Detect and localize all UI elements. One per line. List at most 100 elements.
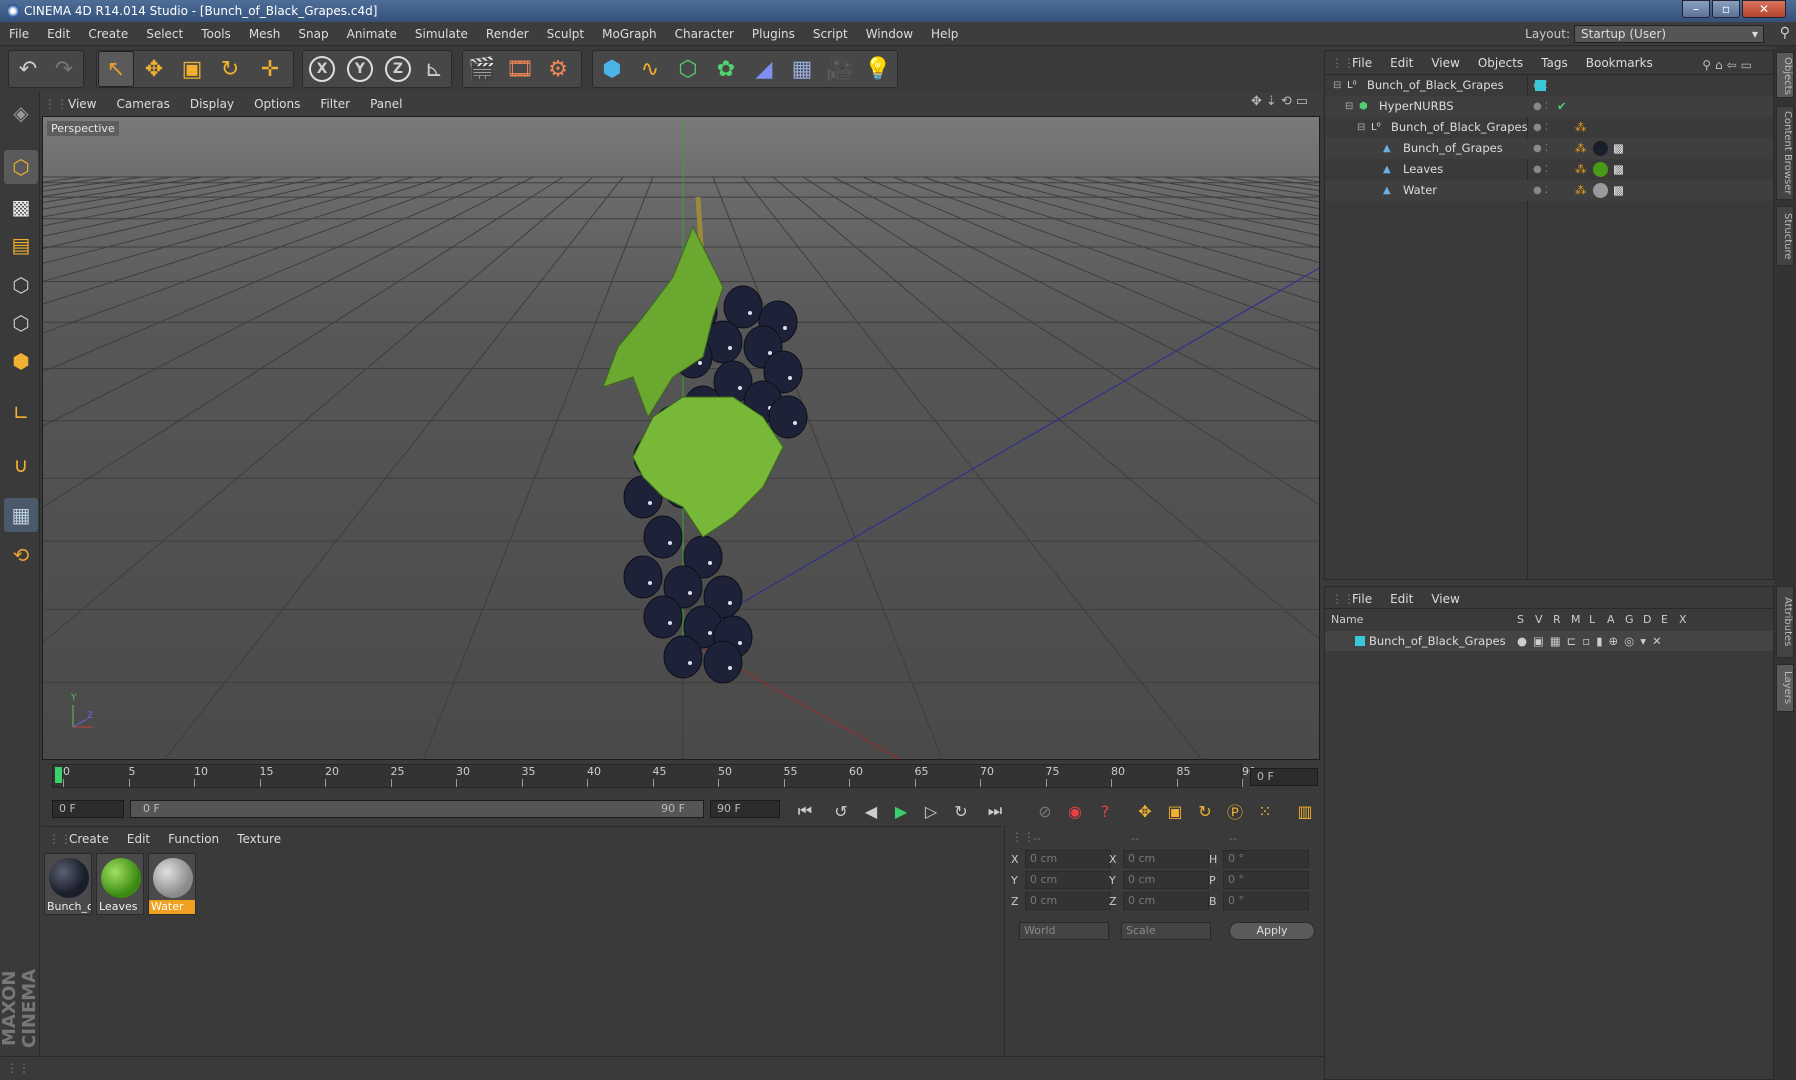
cube-object-icon[interactable]: ⬢ (594, 51, 630, 87)
key-pla-icon[interactable]: ⁙ (1252, 798, 1278, 824)
recent-tool-icon[interactable]: ✛ (252, 51, 288, 87)
menu-sculpt[interactable]: Sculpt (538, 22, 593, 46)
layer-column-s[interactable]: S (1517, 613, 1524, 626)
expand-toggle-icon[interactable]: ⊟ (1345, 96, 1353, 117)
maximize-button[interactable]: ▫ (1712, 0, 1740, 18)
menu-plugins[interactable]: Plugins (743, 22, 804, 46)
material-tag-icon[interactable] (1593, 162, 1608, 177)
make-editable-icon[interactable]: ◈ (4, 96, 38, 130)
magnet-icon[interactable]: ∪ (4, 448, 38, 482)
record-active-icon[interactable]: ◉ (1062, 798, 1088, 824)
expand-toggle-icon[interactable]: ⊟ (1357, 117, 1365, 138)
material-menu-texture[interactable]: Texture (228, 827, 290, 851)
key-position-icon[interactable]: ✥ (1132, 798, 1158, 824)
y-axis-lock-icon[interactable]: Y (342, 51, 378, 87)
menu-select[interactable]: Select (137, 22, 192, 46)
previous-keyframe-icon[interactable]: ↺ (828, 798, 854, 824)
object-row[interactable]: ▲ Bunch_of_Grapes ● ⁚ ⁂ ▩ (1325, 138, 1773, 159)
uvw-tag-icon[interactable]: ▩ (1613, 159, 1624, 180)
start-frame-field[interactable]: 0 F (52, 800, 124, 818)
layer-column-name[interactable]: Name (1331, 613, 1363, 626)
layer-column-v[interactable]: V (1535, 613, 1543, 626)
object-manager-tools-icons[interactable]: ⚲⌂⇦▭ (1693, 53, 1765, 77)
material-bunch-of[interactable]: Bunch_of (44, 853, 92, 915)
tab-content-browser[interactable]: Content Browser (1776, 106, 1794, 200)
coord-value-field[interactable]: 0 ° (1223, 871, 1309, 889)
move-icon[interactable]: ✥ (136, 51, 172, 87)
phong-tag-icon[interactable]: ⁂ (1575, 117, 1587, 138)
nurbs-icon[interactable]: ⬡ (670, 51, 706, 87)
menu-mograph[interactable]: MoGraph (593, 22, 666, 46)
key-parameter-icon[interactable]: Ⓟ (1222, 798, 1248, 824)
layer-row[interactable]: Bunch_of_Black_Grapes ●▣▦⊏▫▮⊕◎▾✕ (1325, 631, 1773, 651)
workplane-lock-icon[interactable]: ▦ (4, 498, 38, 532)
material-menu-edit[interactable]: Edit (118, 827, 159, 851)
objects-menu-tags[interactable]: Tags (1532, 51, 1577, 75)
deformer-icon[interactable]: ◢ (746, 51, 782, 87)
coordinate-mode-dropdown[interactable]: World (1019, 922, 1109, 940)
texture-mode-icon[interactable]: ▩ (4, 190, 38, 224)
spline-icon[interactable]: ∿ (632, 51, 668, 87)
tab-layers[interactable]: Layers (1776, 664, 1794, 712)
edges-mode-icon[interactable]: ⬡ (4, 306, 38, 340)
viewport-navigation-icons[interactable]: ✥⇣⟲▭ (1251, 94, 1312, 109)
layer-color-tag[interactable] (1535, 80, 1546, 91)
play-icon[interactable]: ▶ (888, 798, 914, 824)
object-row[interactable]: L⁰ ⊟ Bunch_of_Black_Grapes ● ⁚ ⁂ (1325, 117, 1773, 138)
object-row[interactable]: ⬢ ⊟ HyperNURBS ● ⁚ ✔ (1325, 96, 1773, 117)
layers-menu-edit[interactable]: Edit (1381, 587, 1422, 611)
polygons-mode-icon[interactable]: ⬢ (4, 344, 38, 378)
layout-dropdown[interactable]: Startup (User) ▾ (1574, 25, 1764, 43)
menu-animate[interactable]: Animate (338, 22, 406, 46)
playhead-marker[interactable] (55, 767, 62, 783)
frame-range-slider[interactable]: 0 F 90 F (130, 800, 704, 818)
timeline-track[interactable]: 0 5 10 15 20 25 30 35 40 45 50 55 60 65 70 75 80 85 90 (52, 764, 1256, 788)
menu-create[interactable]: Create (79, 22, 137, 46)
key-rotation-icon[interactable]: ↻ (1192, 798, 1218, 824)
objects-menu-bookmarks[interactable]: Bookmarks (1577, 51, 1662, 75)
objects-menu-view[interactable]: View (1422, 51, 1468, 75)
layer-column-l[interactable]: L (1589, 613, 1595, 626)
layer-color-swatch[interactable] (1355, 636, 1365, 646)
visibility-dots-icon[interactable]: ● ⁚ (1533, 96, 1548, 117)
axis-mode-icon[interactable]: ∟ (4, 396, 38, 430)
menu-window[interactable]: Window (857, 22, 922, 46)
phong-tag-icon[interactable]: ⁂ (1575, 159, 1587, 180)
timeline-ruler[interactable]: 0 5 10 15 20 25 30 35 40 45 50 55 60 65 70 75 80 85 90 0 F (42, 760, 1322, 792)
record-disabled-icon[interactable]: ⊘ (1032, 798, 1058, 824)
objects-menu-edit[interactable]: Edit (1381, 51, 1422, 75)
viewport-menu-display[interactable]: Display (180, 92, 244, 116)
visibility-dots-icon[interactable]: ● ⁚ (1533, 159, 1548, 180)
menu-help[interactable]: Help (922, 22, 967, 46)
layers-menu-file[interactable]: File (1343, 587, 1381, 611)
go-to-start-icon[interactable]: ⏮ (792, 798, 818, 824)
expand-toggle-icon[interactable]: ⊟ (1333, 75, 1341, 96)
go-to-end-icon[interactable]: ⏭ (982, 798, 1008, 824)
scale-icon[interactable]: ▣ (174, 51, 210, 87)
coord-value-field[interactable]: 0 cm (1025, 892, 1111, 910)
timeline-window-icon[interactable]: ▥ (1292, 798, 1318, 824)
phong-tag-icon[interactable]: ⁂ (1575, 180, 1587, 201)
uvw-tag-icon[interactable]: ▩ (1613, 180, 1624, 201)
live-selection-icon[interactable]: ↖ (98, 51, 134, 87)
menu-render[interactable]: Render (477, 22, 538, 46)
layer-column-m[interactable]: M (1571, 613, 1581, 626)
material-tag-icon[interactable] (1593, 141, 1608, 156)
layer-column-a[interactable]: A (1607, 613, 1615, 626)
minimize-button[interactable]: – (1682, 0, 1710, 18)
material-menu-function[interactable]: Function (159, 827, 228, 851)
object-row[interactable]: L⁰⊟Bunch_of_Black_Grapes● ⁚ (1325, 75, 1773, 96)
step-back-icon[interactable]: ◀ (858, 798, 884, 824)
layer-column-x[interactable]: X (1679, 613, 1687, 626)
material-leaves[interactable]: Leaves (96, 853, 144, 915)
coord-value-field[interactable]: 0 cm (1123, 892, 1209, 910)
object-row[interactable]: ▲ Leaves ● ⁚ ⁂ ▩ (1325, 159, 1773, 180)
coord-value-field[interactable]: 0 cm (1123, 871, 1209, 889)
menu-edit[interactable]: Edit (38, 22, 79, 46)
viewport-menu-options[interactable]: Options (244, 92, 310, 116)
viewport-menu-view[interactable]: View (58, 92, 106, 116)
search-icon[interactable]: ⚲ (1780, 25, 1790, 41)
x-axis-lock-icon[interactable]: X (304, 51, 340, 87)
coord-value-field[interactable]: 0 cm (1123, 850, 1209, 868)
tab-attributes[interactable]: Attributes (1776, 586, 1794, 658)
